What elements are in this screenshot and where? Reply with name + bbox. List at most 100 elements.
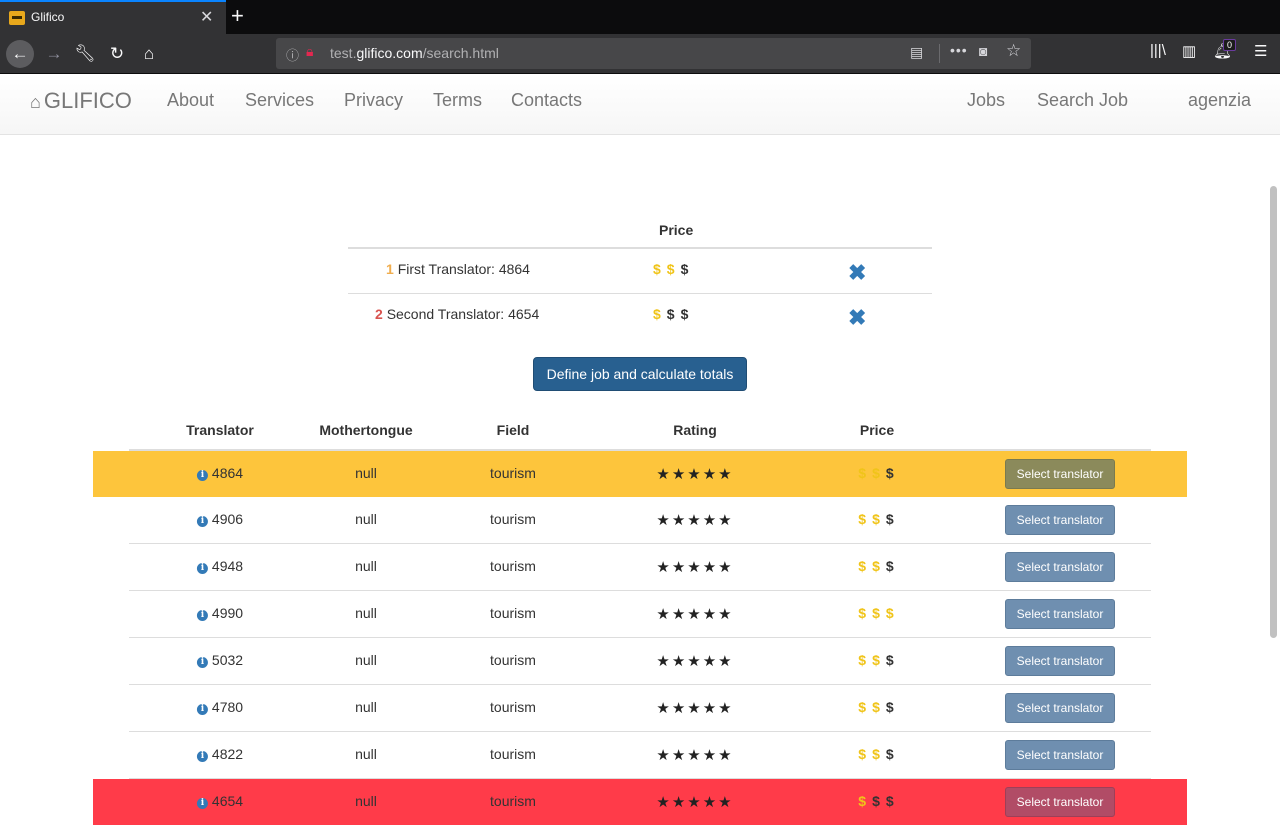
dollar-icon: $ (885, 652, 894, 668)
nav-contacts[interactable]: Contacts (511, 90, 582, 111)
dollar-icon: $ (858, 652, 867, 668)
info-icon[interactable]: i (196, 704, 208, 715)
table-row: i 5032 null tourism ★★★★★ $ $ $ Select translato… (129, 638, 1151, 685)
field-cell: tourism (490, 793, 536, 809)
new-tab-icon[interactable]: + (231, 3, 244, 29)
mothertongue-cell: null (355, 793, 377, 809)
library-icon[interactable]: |||\ (1150, 42, 1166, 59)
url-text[interactable]: test.glifico.com/search.html (330, 45, 499, 61)
dollar-icon: $ (885, 465, 894, 481)
forward-arrow-icon[interactable]: → (40, 40, 68, 68)
info-icon[interactable]: i (196, 516, 208, 527)
nav-search-job[interactable]: Search Job (1037, 90, 1128, 111)
site-info-icon[interactable]: ⓘ (286, 45, 299, 64)
translator-id-cell[interactable]: i 5032 (196, 652, 243, 668)
info-icon[interactable]: i (196, 751, 208, 762)
info-icon[interactable]: i (196, 657, 208, 668)
dollar-icon: $ (872, 465, 880, 481)
translator-label: First Translator: 4864 (397, 261, 530, 277)
info-icon[interactable]: i (196, 470, 208, 481)
translator-label: Second Translator: 4654 (386, 306, 540, 322)
select-translator-button[interactable]: Select translator (1005, 646, 1115, 676)
insecure-lock-icon[interactable]: 🔒︎ (306, 43, 313, 60)
nav-services[interactable]: Services (245, 90, 314, 111)
select-translator-button[interactable]: Select translator (1005, 552, 1115, 582)
rating-stars: ★★★★★ (656, 700, 734, 717)
header-mothertongue: Mothertongue (319, 422, 413, 438)
info-icon[interactable]: i (196, 610, 208, 621)
dollar-icon: $ (680, 306, 689, 322)
pocket-icon[interactable]: ◙ (979, 43, 987, 59)
price-rating: $ $ $ (653, 306, 694, 322)
reader-view-icon[interactable]: ▤ (910, 44, 923, 61)
rank-number: 2 (375, 306, 383, 322)
nav-user-agenzia[interactable]: agenzia (1188, 90, 1251, 111)
translator-results-table: Translator Mothertongue Field Rating Pri… (93, 414, 1187, 825)
translator-id-cell[interactable]: i 4780 (196, 699, 243, 715)
dollar-icon: $ (858, 746, 867, 762)
dollar-icon: $ (858, 465, 867, 481)
header-price: Price (859, 422, 895, 438)
nav-jobs[interactable]: Jobs (967, 90, 1005, 111)
select-translator-button[interactable]: Select translator (1005, 505, 1115, 535)
translator-id-cell[interactable]: i 4906 (196, 511, 243, 527)
rating-stars: ★★★★★ (656, 747, 734, 764)
table-row: i 4780 null tourism ★★★★★ $ $ $ Select translato… (129, 685, 1151, 732)
price-rating: $ $ $ (858, 793, 899, 809)
translator-id: 4948 (211, 558, 244, 574)
page-scrollbar[interactable] (1270, 186, 1277, 638)
url-bar[interactable]: ⓘ 🔒︎ test.glifico.com/search.html ▤ ••• … (276, 38, 1031, 69)
header-translator: Translator (186, 422, 254, 438)
select-translator-button[interactable]: Select translator (1005, 787, 1115, 817)
url-separator (939, 44, 940, 63)
bookmark-star-icon[interactable]: ☆ (1006, 41, 1021, 61)
translator-id-cell[interactable]: i 4654 (196, 793, 244, 809)
mothertongue-cell: null (355, 511, 377, 527)
nav-about[interactable]: About (167, 90, 214, 111)
dollar-icon: $ (858, 605, 867, 621)
translator-id-cell[interactable]: i 4864 (196, 465, 244, 481)
nav-privacy[interactable]: Privacy (344, 90, 403, 111)
menu-hamburger-icon[interactable]: ☰ (1254, 42, 1267, 60)
select-translator-button[interactable]: Select translator (1005, 599, 1115, 629)
dollar-icon: $ (858, 699, 867, 715)
select-translator-button[interactable]: Select translator (1005, 740, 1115, 770)
reload-icon[interactable]: ↻ (103, 40, 131, 68)
dollar-icon: $ (872, 511, 880, 527)
translator-id-cell[interactable]: i 4822 (196, 746, 244, 762)
header-rating: Rating (673, 422, 717, 438)
translator-id: 4864 (211, 465, 244, 481)
price-rating: $ $ $ (858, 511, 899, 527)
field-cell: tourism (490, 511, 536, 527)
nav-terms[interactable]: Terms (433, 90, 482, 111)
wrench-icon[interactable]: 🔧︎ (71, 40, 99, 68)
mothertongue-cell: null (355, 465, 377, 481)
select-translator-button[interactable]: Select translator (1005, 693, 1115, 723)
rating-stars: ★★★★★ (656, 653, 734, 670)
home-icon[interactable]: ⌂ (135, 40, 163, 68)
remove-icon[interactable]: ✖ (848, 260, 866, 286)
rating-stars: ★★★★★ (656, 512, 734, 529)
translator-id: 4654 (211, 793, 244, 809)
translator-id-cell[interactable]: i 4948 (196, 558, 244, 574)
remove-icon[interactable]: ✖ (848, 305, 866, 331)
dollar-icon: $ (872, 652, 880, 668)
select-translator-button[interactable]: Select translator (1005, 459, 1115, 489)
price-rating: $ $ $ (858, 465, 899, 481)
sidebar-icon[interactable]: ▥ (1182, 42, 1196, 60)
translator-id: 4822 (211, 746, 244, 762)
site-favicon-icon (9, 11, 25, 25)
price-rating: $ $ $ (858, 652, 899, 668)
back-arrow-icon[interactable]: ← (6, 40, 34, 68)
info-icon[interactable]: i (196, 563, 208, 574)
mothertongue-cell: null (355, 652, 377, 668)
tab-close-icon[interactable]: ✕ (200, 7, 213, 27)
brand-link[interactable]: ⌂ GLIFICO (30, 88, 132, 114)
rating-stars: ★★★★★ (656, 606, 734, 623)
browser-tab[interactable]: Glifico ✕ (0, 0, 226, 34)
calculate-totals-button[interactable]: Define job and calculate totals (533, 357, 747, 391)
more-actions-icon[interactable]: ••• (950, 42, 968, 58)
table-row: i 4864 null tourism ★★★★★ $ $ $ Select translato… (93, 451, 1187, 497)
dollar-icon: $ (872, 746, 880, 762)
translator-id-cell[interactable]: i 4990 (196, 605, 243, 621)
